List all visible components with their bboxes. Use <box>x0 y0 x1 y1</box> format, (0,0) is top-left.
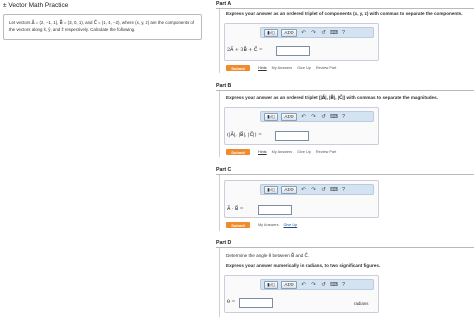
part-d-unit-label: radians <box>354 301 369 306</box>
keyboard-icon[interactable]: ⌨ <box>330 187 338 193</box>
problem-intro: Let vectors A⃗ = (2, −1, 1), B⃗ = (3, 0,… <box>3 14 202 40</box>
part-a-hints-link[interactable]: Hints <box>258 66 267 70</box>
part-a-instruction: Express your answer as an ordered triple… <box>226 11 463 16</box>
part-a-links: Hints My Answers Give Up Review Part <box>258 66 336 70</box>
part-d-answer-input[interactable] <box>239 298 273 308</box>
template-button[interactable]: ▮√▯ <box>264 112 278 121</box>
keyboard-icon[interactable]: ⌨ <box>330 30 338 36</box>
undo-icon[interactable]: ↶ <box>300 282 307 288</box>
part-b-review-part-link[interactable]: Review Part <box>316 150 336 154</box>
left-panel: ± Vector Math Practice Let vectors A⃗ = … <box>0 0 208 317</box>
part-b-expression: (|A⃗|, |B⃗|, |C⃗|) = <box>227 133 263 138</box>
part-a-my-answers-link[interactable]: My Answers <box>272 66 292 70</box>
part-b-answer-input[interactable] <box>275 131 309 141</box>
reset-icon[interactable]: ↺ <box>320 187 327 193</box>
part-b-label: Part B <box>216 83 232 89</box>
redo-icon[interactable]: ↷ <box>310 187 317 193</box>
part-d-instruction: Express your answer numerically in radia… <box>226 263 381 268</box>
template-button[interactable]: ▮√▯ <box>264 28 278 37</box>
part-a-answer-box: ▮√▯ ΑΣΦ ↶ ↷ ↺ ⌨ ? 2A⃗ + 3B⃗ + C⃗ = <box>224 23 379 61</box>
part-c-frame <box>219 175 220 231</box>
app-title: ± Vector Math Practice <box>3 2 69 9</box>
part-a-toolbar: ▮√▯ ΑΣΦ ↶ ↷ ↺ ⌨ ? <box>260 27 374 38</box>
part-c-answer-input[interactable] <box>258 205 292 215</box>
part-c-give-up-link[interactable]: Give Up <box>283 223 297 227</box>
part-b-toolbar: ▮√▯ ΑΣΦ ↶ ↷ ↺ ⌨ ? <box>260 111 374 122</box>
part-b-frame <box>219 91 220 157</box>
symbols-button[interactable]: ΑΣΦ <box>281 112 297 121</box>
redo-icon[interactable]: ↷ <box>310 30 317 36</box>
symbols-button[interactable]: ΑΣΦ <box>281 280 297 289</box>
help-icon[interactable]: ? <box>340 114 347 120</box>
part-d-expression: θ = <box>227 300 236 305</box>
symbols-button[interactable]: ΑΣΦ <box>281 185 297 194</box>
part-c-answer-box: ▮√▯ ΑΣΦ ↶ ↷ ↺ ⌨ ? A⃗ · B⃗ = <box>224 180 379 218</box>
part-c-expression: A⃗ · B⃗ = <box>227 207 244 212</box>
undo-icon[interactable]: ↶ <box>300 30 307 36</box>
part-a-submit-button[interactable]: Submit <box>226 65 250 71</box>
part-d-answer-box: ▮√▯ ΑΣΦ ↶ ↷ ↺ ⌨ ? θ = radians <box>224 275 379 313</box>
part-c-submit-button[interactable]: Submit <box>226 222 250 228</box>
part-a-answer-input[interactable] <box>276 46 310 56</box>
part-c-my-answers-link[interactable]: My Answers <box>258 223 278 227</box>
part-b-hints-link[interactable]: Hints <box>258 150 267 154</box>
redo-icon[interactable]: ↷ <box>310 282 317 288</box>
part-c-label: Part C <box>216 167 232 173</box>
undo-icon[interactable]: ↶ <box>300 187 307 193</box>
part-d-label: Part D <box>216 240 232 246</box>
keyboard-icon[interactable]: ⌨ <box>330 114 338 120</box>
part-a-divider <box>216 8 474 9</box>
part-b-links: Hints My Answers Give Up Review Part <box>258 150 336 154</box>
part-c-links: My Answers Give Up <box>258 223 297 227</box>
parts-panel: Part A Express your answer as an ordered… <box>216 0 474 317</box>
redo-icon[interactable]: ↷ <box>310 114 317 120</box>
part-d-toolbar: ▮√▯ ΑΣΦ ↶ ↷ ↺ ⌨ ? <box>260 279 374 290</box>
part-a-label: Part A <box>216 1 232 7</box>
part-b-submit-button[interactable]: Submit <box>226 149 250 155</box>
part-a-expression: 2A⃗ + 3B⃗ + C⃗ = <box>227 48 263 53</box>
part-b-instruction: Express your answer as an ordered triple… <box>226 95 438 100</box>
part-a-give-up-link[interactable]: Give Up <box>297 66 311 70</box>
reset-icon[interactable]: ↺ <box>320 282 327 288</box>
template-button[interactable]: ▮√▯ <box>264 185 278 194</box>
reset-icon[interactable]: ↺ <box>320 30 327 36</box>
part-d-prompt: Determine the angle θ between B⃗ and C⃗. <box>226 253 309 258</box>
part-b-answer-box: ▮√▯ ΑΣΦ ↶ ↷ ↺ ⌨ ? (|A⃗|, |B⃗|, |C⃗|) = <box>224 107 379 145</box>
part-a-review-part-link[interactable]: Review Part <box>316 66 336 70</box>
part-d-divider <box>216 247 474 248</box>
part-b-divider <box>216 90 474 91</box>
problem-intro-text: Let vectors A⃗ = (2, −1, 1), B⃗ = (3, 0,… <box>9 20 195 32</box>
undo-icon[interactable]: ↶ <box>300 114 307 120</box>
part-b-give-up-link[interactable]: Give Up <box>297 150 311 154</box>
part-b-my-answers-link[interactable]: My Answers <box>272 150 292 154</box>
part-c-toolbar: ▮√▯ ΑΣΦ ↶ ↷ ↺ ⌨ ? <box>260 184 374 195</box>
help-icon[interactable]: ? <box>340 30 347 36</box>
part-a-frame <box>219 9 220 73</box>
template-button[interactable]: ▮√▯ <box>264 280 278 289</box>
part-d-frame <box>219 248 220 317</box>
help-icon[interactable]: ? <box>340 282 347 288</box>
help-icon[interactable]: ? <box>340 187 347 193</box>
part-c-divider <box>216 174 474 175</box>
reset-icon[interactable]: ↺ <box>320 114 327 120</box>
symbols-button[interactable]: ΑΣΦ <box>281 28 297 37</box>
keyboard-icon[interactable]: ⌨ <box>330 282 338 288</box>
